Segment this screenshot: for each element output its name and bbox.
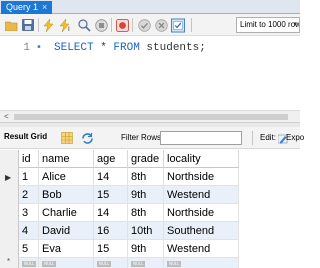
cell-locality[interactable]: Northside xyxy=(164,204,239,222)
column-header-id[interactable]: id xyxy=(19,150,39,168)
table-row[interactable]: 5 Eva 15 9th Westend xyxy=(19,240,239,258)
toolbar-separator xyxy=(252,131,253,145)
cell-grade[interactable]: 9th xyxy=(128,186,164,204)
sql-code-line[interactable]: SELECT * FROM students; xyxy=(54,42,206,54)
cell-name[interactable]: Charlie xyxy=(39,204,94,222)
table-row[interactable]: 1 Alice 14 8th Northside xyxy=(19,168,239,186)
explain-icon[interactable] xyxy=(77,18,91,32)
chevron-down-icon: ▾ xyxy=(293,21,297,28)
limit-rows-select[interactable]: Limit to 1000 rows ▾ xyxy=(236,17,300,33)
table-row[interactable]: 3 Charlie 14 8th Northside xyxy=(19,204,239,222)
line-number: 1 xyxy=(23,42,30,54)
cell-grade[interactable]: 8th xyxy=(128,168,164,186)
cell-locality[interactable]: Northside xyxy=(164,168,239,186)
new-row[interactable]: NULL NULL NULL NULL NULL xyxy=(19,258,239,268)
sql-editor[interactable]: 1 • SELECT * FROM students; xyxy=(0,37,300,109)
close-tab-icon[interactable]: × xyxy=(42,1,47,14)
null-badge: NULL xyxy=(97,261,112,268)
svg-text:I: I xyxy=(68,26,70,32)
cell-age[interactable]: 14 xyxy=(94,204,128,222)
null-badge: NULL xyxy=(42,261,57,268)
toolbar-separator xyxy=(191,18,192,32)
cell-name[interactable]: Bob xyxy=(39,186,94,204)
null-cell[interactable]: NULL xyxy=(94,258,128,268)
sql-editor-toolbar: I Limit to 1000 rows ▾ xyxy=(0,14,300,36)
cell-age[interactable]: 16 xyxy=(94,222,128,240)
cell-age[interactable]: 15 xyxy=(94,186,128,204)
table-row[interactable]: 4 David 16 10th Southend xyxy=(19,222,239,240)
cell-locality[interactable]: Westend xyxy=(164,240,239,258)
column-header-age[interactable]: age xyxy=(94,150,128,168)
null-cell[interactable]: NULL xyxy=(128,258,164,268)
sql-text: students; xyxy=(139,42,206,54)
cell-name[interactable]: Eva xyxy=(39,240,94,258)
autocommit-icon[interactable] xyxy=(171,18,185,32)
result-grid-tab[interactable]: Result Grid xyxy=(4,132,47,141)
null-badge: NULL xyxy=(22,261,37,268)
null-cell[interactable]: NULL xyxy=(19,258,39,268)
query-tab-bar: Query 1 × xyxy=(0,0,300,14)
column-header-name[interactable]: name xyxy=(39,150,94,168)
result-toolbar: Result Grid Filter Rows: Edit: Expo xyxy=(0,127,304,149)
cell-id[interactable]: 5 xyxy=(19,240,39,258)
cell-id[interactable]: 2 xyxy=(19,186,39,204)
tab-query-1[interactable]: Query 1 × xyxy=(1,1,53,14)
filter-rows-label: Filter Rows: xyxy=(121,133,164,142)
limit-rows-value: Limit to 1000 rows xyxy=(240,20,300,29)
column-header-grade[interactable]: grade xyxy=(128,150,164,168)
stop-icon[interactable] xyxy=(94,18,108,32)
table-row[interactable]: 2 Bob 15 9th Westend xyxy=(19,186,239,204)
edit-label: Edit: xyxy=(260,133,277,142)
cell-locality[interactable]: Westend xyxy=(164,186,239,204)
filter-rows-input[interactable] xyxy=(160,131,242,145)
null-badge: NULL xyxy=(167,261,182,268)
toolbar-separator xyxy=(111,18,112,32)
commit-icon[interactable] xyxy=(137,18,151,32)
column-header-locality[interactable]: locality xyxy=(164,150,239,168)
statement-marker-icon: • xyxy=(36,42,42,53)
row-gutter xyxy=(0,150,19,268)
cell-id[interactable]: 4 xyxy=(19,222,39,240)
scrollbar-thumb[interactable] xyxy=(14,114,288,120)
null-cell[interactable]: NULL xyxy=(164,258,239,268)
cell-grade[interactable]: 8th xyxy=(128,204,164,222)
refresh-icon[interactable] xyxy=(80,131,94,145)
cell-grade[interactable]: 10th xyxy=(128,222,164,240)
sql-keyword: SELECT xyxy=(54,42,94,54)
cell-age[interactable]: 15 xyxy=(94,240,128,258)
cell-id[interactable]: 3 xyxy=(19,204,39,222)
sql-text: * xyxy=(93,42,114,54)
sql-keyword: FROM xyxy=(113,42,140,54)
grid-view-icon[interactable] xyxy=(60,131,74,145)
execute-current-icon[interactable]: I xyxy=(59,18,73,32)
save-icon[interactable] xyxy=(21,18,35,32)
cell-name[interactable]: Alice xyxy=(39,168,94,186)
result-grid[interactable]: id name age grade locality ▶ 1 Alice 14 … xyxy=(0,150,300,268)
export-label[interactable]: Expo xyxy=(286,133,304,142)
cell-name[interactable]: David xyxy=(39,222,94,240)
cell-grade[interactable]: 9th xyxy=(128,240,164,258)
open-folder-icon[interactable] xyxy=(4,18,18,32)
null-cell[interactable]: NULL xyxy=(39,258,94,268)
rollback-icon[interactable] xyxy=(154,18,168,32)
new-row-marker-icon: * xyxy=(7,257,11,266)
tab-label: Query 1 xyxy=(6,2,39,12)
execute-icon[interactable] xyxy=(42,18,56,32)
current-row-pointer-icon: ▶ xyxy=(5,173,12,182)
cell-id[interactable]: 1 xyxy=(19,168,39,186)
toolbar-separator xyxy=(38,18,39,32)
editor-horizontal-scrollbar[interactable]: < xyxy=(0,110,300,123)
cell-age[interactable]: 14 xyxy=(94,168,128,186)
cell-locality[interactable]: Southend xyxy=(164,222,239,240)
toolbar-separator xyxy=(132,18,133,32)
scroll-left-icon[interactable]: < xyxy=(4,112,9,121)
toggle-error-icon[interactable] xyxy=(115,18,129,32)
null-badge: NULL xyxy=(131,261,146,268)
